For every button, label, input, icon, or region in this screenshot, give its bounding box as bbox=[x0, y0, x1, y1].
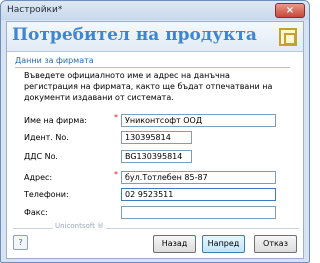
next-button[interactable]: Напред bbox=[202, 235, 245, 253]
address-label: Адрес: bbox=[24, 173, 53, 182]
footer-brand: Unicontsoft ® bbox=[53, 222, 107, 230]
page-title: Потребител на продукта bbox=[12, 25, 257, 45]
unicontsoft-logo-icon bbox=[279, 28, 297, 46]
window-title: Настройки* bbox=[7, 5, 63, 15]
vat-no-input[interactable] bbox=[121, 150, 192, 163]
page-header: Потребител на продукта bbox=[7, 22, 303, 52]
phones-label: Телефони: bbox=[24, 190, 69, 199]
close-button[interactable]: × bbox=[275, 3, 305, 18]
fax-label: Факс: bbox=[24, 208, 48, 217]
company-name-input[interactable] bbox=[121, 114, 276, 127]
settings-window: Настройки* × Потребител на продукта Данн… bbox=[0, 0, 310, 263]
help-icon[interactable]: ? bbox=[13, 235, 28, 250]
close-icon: × bbox=[285, 5, 295, 16]
dialog-body: Потребител на продукта Данни за фирмата … bbox=[6, 21, 304, 259]
address-required-mark: * bbox=[114, 170, 118, 179]
company-name-required-mark: * bbox=[114, 113, 118, 122]
title-bar[interactable]: Настройки* × bbox=[1, 1, 309, 20]
company-name-label: Име на фирма: bbox=[24, 116, 87, 125]
fax-input[interactable] bbox=[121, 206, 276, 219]
phones-input[interactable] bbox=[121, 188, 276, 201]
ident-no-label: Идент. No. bbox=[24, 133, 69, 142]
vat-no-label: ДДС No. bbox=[24, 152, 58, 161]
section-divider bbox=[15, 67, 290, 68]
address-input[interactable] bbox=[121, 171, 276, 184]
section-description: Въведете официалното име и адрес на данъ… bbox=[24, 71, 273, 102]
cancel-button[interactable]: Отказ bbox=[254, 235, 297, 253]
back-button[interactable]: Назад bbox=[153, 235, 196, 253]
ident-no-input[interactable] bbox=[121, 131, 192, 144]
section-title: Данни за фирмата bbox=[15, 56, 94, 65]
